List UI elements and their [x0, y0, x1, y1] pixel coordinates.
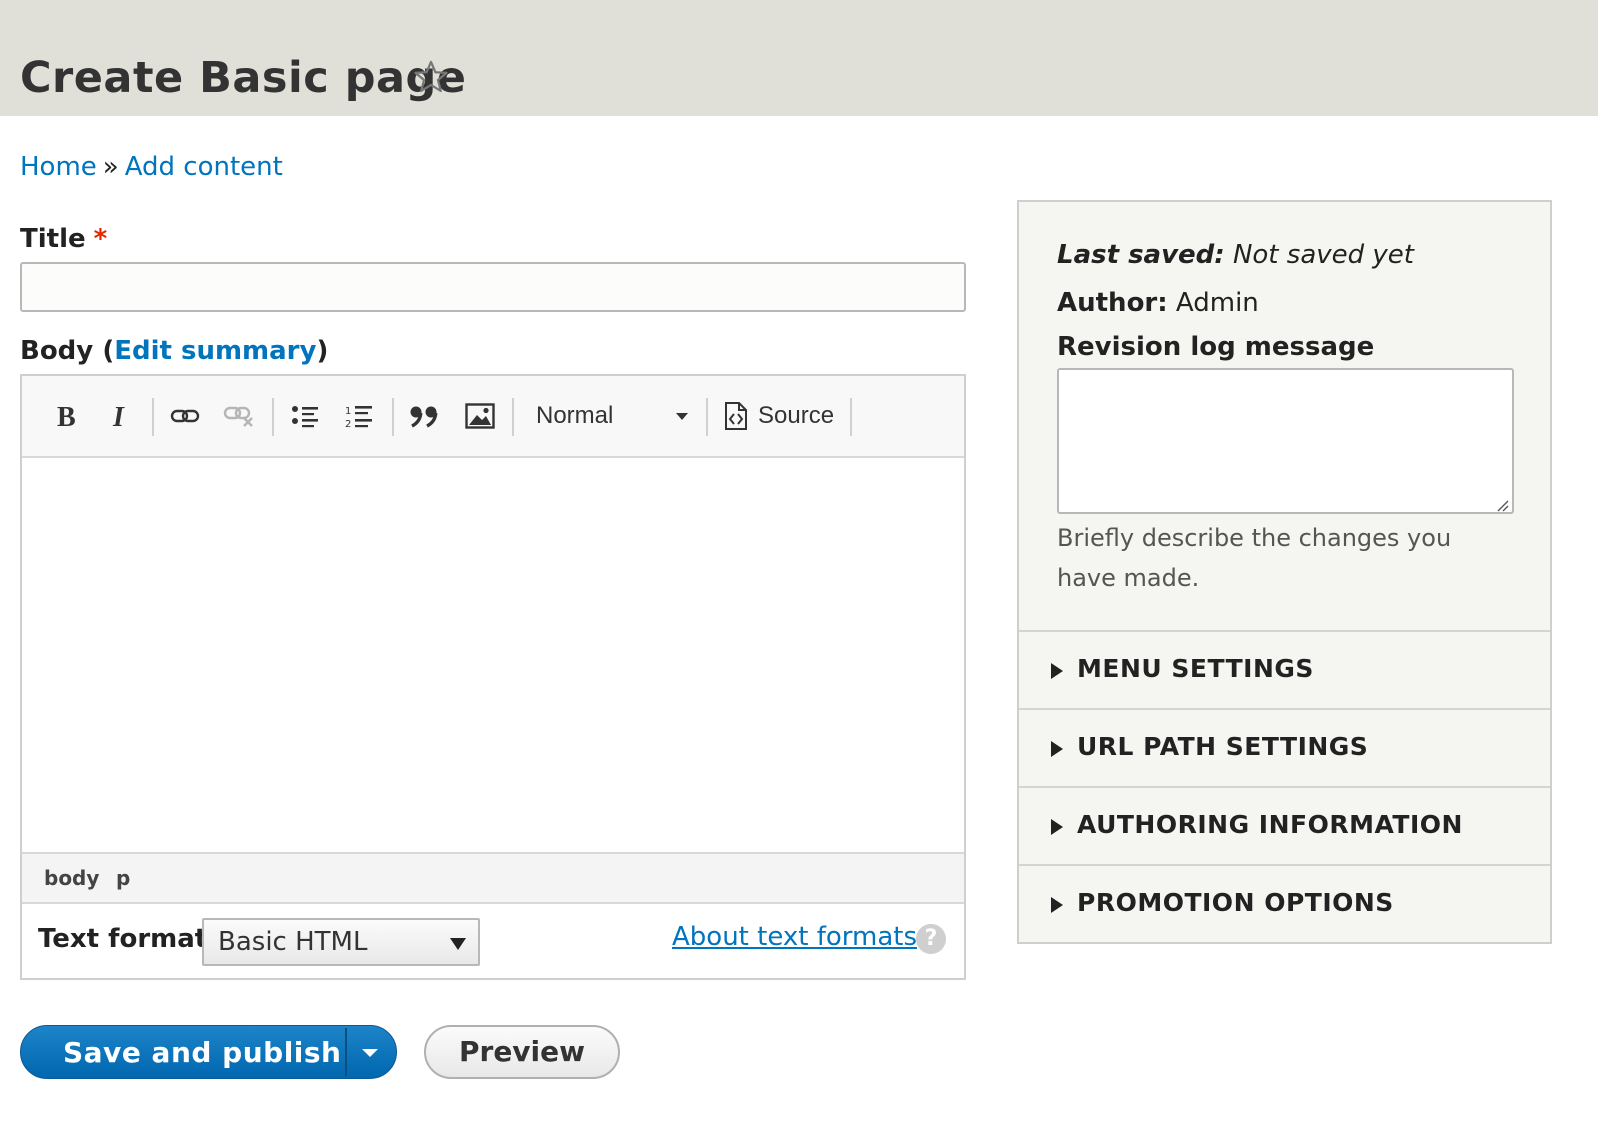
text-format-label: Text format [38, 924, 208, 954]
toolbar-separator [850, 398, 852, 436]
text-format-wrapper: Text format Basic HTML About text format… [22, 904, 964, 978]
star-outline-icon[interactable] [412, 58, 450, 96]
edit-summary-link[interactable]: Edit summary [114, 336, 316, 366]
bold-icon: B [57, 402, 76, 430]
resize-handle-icon[interactable] [1495, 498, 1509, 512]
image-icon [465, 403, 495, 429]
link-icon [170, 409, 200, 423]
text-format-selected: Basic HTML [218, 927, 368, 957]
source-button[interactable]: Source [724, 396, 834, 436]
breadcrumb-home-link[interactable]: Home [20, 152, 97, 182]
author: Author: Admin [1057, 286, 1259, 320]
section-label: AUTHORING INFORMATION [1077, 810, 1463, 839]
page-title: Create Basic page [20, 53, 467, 103]
svg-text:1: 1 [345, 406, 351, 417]
help-icon[interactable]: ? [916, 924, 946, 954]
save-and-publish-label: Save and publish [63, 1036, 342, 1069]
authoring-information-section[interactable]: AUTHORING INFORMATION [1019, 786, 1550, 864]
last-saved-label: Last saved: [1057, 240, 1225, 270]
editor-toolbar: B I 12 Normal Source [22, 376, 964, 458]
triangle-right-icon [1051, 741, 1063, 757]
svg-text:2: 2 [345, 419, 351, 429]
numbered-list-button[interactable]: 12 [342, 396, 376, 436]
title-label: Title * [20, 222, 107, 256]
toolbar-separator [392, 398, 394, 436]
last-saved-value: Not saved yet [1232, 240, 1414, 270]
breadcrumb-separator: » [102, 152, 119, 182]
section-label: MENU SETTINGS [1077, 654, 1314, 683]
paragraph-format-dropdown[interactable]: Normal [536, 396, 696, 436]
revision-log-textarea[interactable] [1057, 368, 1514, 514]
toolbar-separator [706, 398, 708, 436]
body-label-text: Body [20, 336, 94, 366]
triangle-right-icon [1051, 897, 1063, 913]
title-label-text: Title [20, 224, 86, 254]
menu-settings-section[interactable]: MENU SETTINGS [1019, 630, 1550, 708]
svg-text:I: I [112, 402, 125, 430]
section-label: URL PATH SETTINGS [1077, 732, 1369, 761]
triangle-right-icon [1051, 819, 1063, 835]
blockquote-button[interactable] [406, 396, 442, 436]
body-paren-open: ( [102, 336, 115, 366]
last-saved: Last saved: Not saved yet [1057, 238, 1414, 272]
section-label: PROMOTION OPTIONS [1077, 888, 1394, 917]
source-icon [725, 402, 747, 430]
chevron-down-icon [676, 413, 688, 420]
toolbar-separator [512, 398, 514, 436]
blockquote-icon [410, 406, 438, 428]
chevron-down-icon[interactable] [362, 1049, 378, 1057]
preview-button[interactable]: Preview [424, 1025, 620, 1079]
image-button[interactable] [462, 396, 498, 436]
body-label: Body (Edit summary) [20, 334, 328, 368]
italic-icon: I [112, 402, 125, 430]
toolbar-separator [152, 398, 154, 436]
page-header: Create Basic page [0, 0, 1598, 116]
body-editing-area[interactable] [22, 458, 964, 852]
bulleted-list-button[interactable] [288, 396, 322, 436]
triangle-right-icon [1051, 663, 1063, 679]
italic-button[interactable]: I [104, 396, 138, 436]
revision-log-description: Briefly describe the changes you have ma… [1057, 524, 1452, 592]
bulleted-list-icon [292, 406, 318, 428]
svg-text:B: B [57, 402, 76, 430]
title-input[interactable] [20, 262, 966, 312]
unlink-icon [223, 406, 253, 427]
path-item-p[interactable]: p [116, 866, 130, 890]
element-path-bar: body p [22, 852, 964, 904]
body-editor: B I 12 Normal Source body p Text format … [20, 374, 966, 980]
breadcrumb-add-content-link[interactable]: Add content [125, 152, 283, 182]
breadcrumb: Home» Add content [20, 150, 283, 184]
meta-sidebar: Last saved: Not saved yet Author: Admin … [1017, 200, 1552, 944]
chevron-down-icon [450, 938, 466, 950]
source-label: Source [758, 402, 835, 429]
revision-log-label: Revision log message [1057, 332, 1375, 362]
body-paren-close: ) [316, 336, 329, 366]
about-text-formats-link[interactable]: About text formats [672, 922, 917, 952]
required-marker: * [93, 224, 108, 254]
toolbar-separator [272, 398, 274, 436]
author-value: Admin [1175, 288, 1259, 318]
path-item-body[interactable]: body [44, 866, 99, 890]
url-path-settings-section[interactable]: URL PATH SETTINGS [1019, 708, 1550, 786]
paragraph-format-value: Normal [536, 402, 614, 429]
promotion-options-section[interactable]: PROMOTION OPTIONS [1019, 864, 1550, 942]
button-split-divider [345, 1028, 347, 1076]
bold-button[interactable]: B [50, 396, 84, 436]
link-button[interactable] [168, 396, 202, 436]
save-and-publish-button[interactable]: Save and publish [20, 1025, 397, 1079]
text-format-select[interactable]: Basic HTML [202, 918, 480, 966]
numbered-list-icon: 12 [345, 406, 372, 429]
unlink-button[interactable] [222, 396, 256, 436]
author-label: Author: [1057, 288, 1168, 318]
